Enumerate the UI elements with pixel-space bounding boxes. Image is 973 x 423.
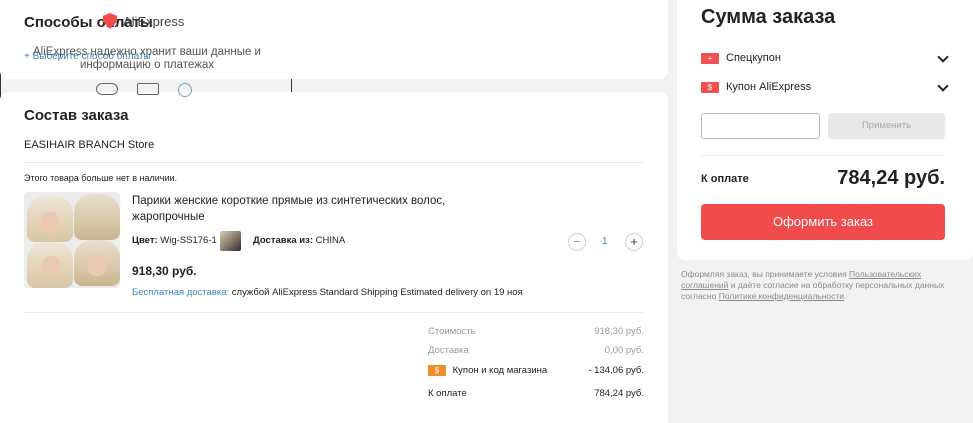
- special-coupon-row[interactable]: + Спецкупон: [701, 52, 781, 64]
- terms-text: Оформляя заказ, вы принимаете условия По…: [681, 269, 959, 302]
- coupon-value: - 134,06 руб.: [588, 365, 644, 376]
- quantity-decrease-button[interactable]: −: [568, 233, 586, 251]
- summary-row-total: К оплате 784,24 руб.: [428, 388, 644, 399]
- delivery-label: Доставка: [428, 345, 469, 356]
- special-coupon-label: Спецкупон: [726, 52, 781, 64]
- divider: [24, 312, 644, 313]
- store-name[interactable]: EASIHAIR BRANCH Store: [24, 139, 154, 151]
- order-sum-card: Сумма заказа + Спецкупон $ Купон AliExpres…: [677, 0, 973, 260]
- coupon-label: Купон и код магазина: [452, 365, 548, 377]
- security-badge-icon: [96, 83, 118, 95]
- total-value: 784,24 руб.: [594, 388, 644, 399]
- order-sum-title: Сумма заказа: [701, 6, 836, 28]
- terms-text-3: .: [844, 291, 847, 301]
- special-coupon-icon: +: [701, 52, 719, 64]
- privacy-policy-link[interactable]: Политике конфиденциальности: [719, 291, 844, 301]
- shipping-info: Бесплатная доставка: службой AliExpress …: [132, 287, 523, 298]
- quantity-value[interactable]: 1: [602, 236, 608, 247]
- summary-row-delivery: Доставка 0,00 руб.: [428, 345, 644, 356]
- order-title: Состав заказа: [24, 107, 129, 124]
- aliexpress-coupon-icon: $: [701, 81, 719, 93]
- total-label: К оплате: [428, 388, 467, 399]
- delivery-value: 0,00 руб.: [604, 345, 644, 356]
- product-image[interactable]: [24, 192, 120, 288]
- aliexpress-logo-text: AliExpress: [123, 13, 185, 29]
- divider: [24, 162, 644, 163]
- shipping-label[interactable]: Бесплатная доставка:: [132, 287, 229, 298]
- shield-icon: [103, 13, 117, 29]
- security-text: AliExpress надежно хранит ваши данные и …: [33, 46, 261, 71]
- color-label: Цвет:: [132, 235, 158, 246]
- coupon-code-input[interactable]: [701, 113, 820, 139]
- pay-total: 784,24 руб.: [837, 167, 945, 189]
- quantity-increase-button[interactable]: +: [625, 233, 643, 251]
- aliexpress-logo: AliExpress: [103, 13, 184, 29]
- cost-value: 918,30 руб.: [594, 326, 644, 337]
- summary-row-coupon: $ Купон и код магазина - 134,06 руб.: [428, 365, 644, 376]
- verified-seal-icon: [178, 83, 192, 97]
- pay-label: К оплате: [701, 173, 749, 185]
- checkout-button[interactable]: Оформить заказ: [701, 204, 945, 240]
- delivery-from-value: CHINA: [315, 235, 346, 246]
- divider: [701, 155, 945, 156]
- chevron-down-icon[interactable]: [937, 80, 949, 92]
- product-price: 918,30 руб.: [132, 264, 197, 278]
- delivery-from-label: Доставка из:: [253, 235, 314, 246]
- terms-text-1: Оформляя заказ, вы принимаете условия: [681, 269, 850, 279]
- chevron-down-icon[interactable]: [937, 51, 949, 63]
- cost-label: Стоимость: [428, 326, 476, 337]
- apply-button[interactable]: Применить: [828, 113, 945, 139]
- delivery-from-info: Доставка из: CHINA: [253, 235, 345, 246]
- summary-row-cost: Стоимость 918,30 руб.: [428, 326, 644, 337]
- aliexpress-coupon-label: Купон AliExpress: [726, 81, 812, 93]
- aliexpress-coupon-row[interactable]: $ Купон AliExpress: [701, 81, 811, 93]
- product-name[interactable]: Парики женские короткие прямые из синтет…: [132, 193, 512, 225]
- coupon-icon: $: [428, 365, 446, 376]
- unavailable-notice: Этого товара больше нет в наличии.: [24, 173, 178, 183]
- card-security-icon: [137, 83, 159, 95]
- color-swatch: [220, 231, 241, 251]
- color-info: Цвет: Wig-SS176-1: [132, 235, 217, 246]
- shipping-text: службой AliExpress Standard Shipping Est…: [231, 287, 523, 298]
- order-composition-card: Состав заказа EASIHAIR BRANCH Store Этог…: [0, 92, 668, 423]
- color-value: Wig-SS176-1: [160, 235, 217, 246]
